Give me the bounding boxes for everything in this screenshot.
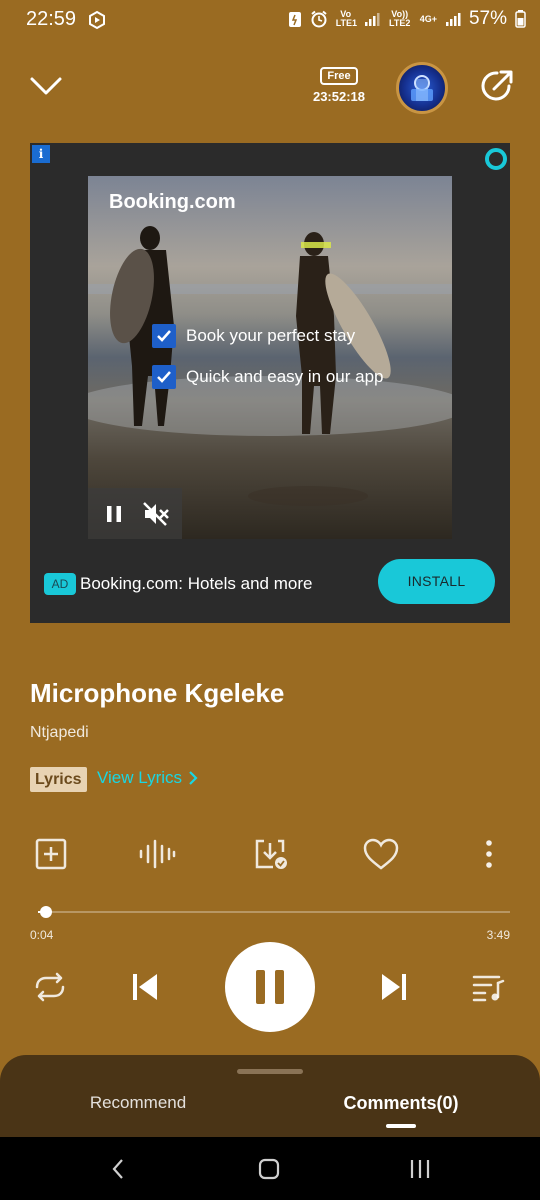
chevron-down-icon[interactable] (28, 68, 64, 104)
queue-music-icon (472, 975, 505, 1002)
tab-comments[interactable]: Comments(0) (276, 1093, 526, 1114)
bottom-panel: Recommend Comments(0) (0, 1055, 540, 1145)
view-lyrics-label: View Lyrics (97, 768, 183, 787)
ad-video-controls (88, 488, 182, 539)
battery-percent: 57% (468, 8, 507, 29)
lyrics-badge: Lyrics (30, 767, 87, 792)
add-to-playlist-button[interactable] (32, 835, 70, 873)
tab-recommend[interactable]: Recommend (0, 1093, 276, 1113)
song-artist[interactable]: Ntjapedi (30, 724, 89, 742)
ad-bullet-text: Quick and easy in our app (186, 367, 384, 386)
nav-back-button[interactable] (88, 1137, 148, 1200)
current-time: 0:04 (30, 928, 54, 942)
play-pause-button[interactable] (225, 942, 315, 1032)
signal2-icon (445, 13, 461, 26)
ad-title[interactable]: Booking.com: Hotels and more (80, 574, 312, 594)
install-button[interactable]: INSTALL (378, 559, 495, 604)
avatar[interactable] (396, 62, 448, 114)
add-square-icon (35, 838, 67, 870)
previous-button[interactable] (123, 965, 167, 1009)
nav-home-button[interactable] (239, 1137, 299, 1200)
chevron-right-icon (189, 771, 198, 785)
drag-handle[interactable] (237, 1069, 303, 1074)
pause-icon[interactable] (104, 504, 124, 524)
nav-recents-button[interactable] (390, 1137, 450, 1200)
progress-handle[interactable] (40, 906, 53, 918)
status-time: 22:59 (26, 8, 77, 30)
download-icon (255, 839, 287, 869)
tab-active-indicator (386, 1124, 416, 1128)
total-time: 3:49 (486, 928, 510, 942)
ad-bullet-text: Book your perfect stay (186, 326, 356, 345)
skip-next-icon (382, 974, 406, 1000)
app-notification-icon (89, 10, 105, 30)
song-title: Microphone Kgeleke (30, 678, 285, 708)
more-options-button[interactable] (470, 835, 508, 873)
next-button[interactable] (372, 965, 416, 1009)
repeat-icon (35, 972, 65, 1002)
checkmark-icon (152, 365, 176, 389)
signal1-icon (364, 13, 380, 26)
ad-bullet: Quick and easy in our app (152, 365, 384, 389)
ad-choices-icon[interactable] (485, 148, 507, 170)
ad-tag: AD (44, 573, 76, 595)
ad-info-icon[interactable]: i (32, 145, 50, 163)
ad-banner[interactable]: i Booking.com Book your perfect stay Qui… (30, 143, 510, 623)
like-button[interactable] (362, 835, 400, 873)
mute-icon[interactable] (142, 501, 170, 527)
free-timer: 23:52:18 (312, 89, 366, 104)
progress-track[interactable] (38, 911, 510, 913)
network-label: 4G+ (419, 13, 437, 24)
status-icons: Vo LTE1 Vo)) LTE2 4G+ 57% (288, 8, 526, 30)
download-button[interactable] (252, 835, 290, 873)
ad-image[interactable]: Booking.com Book your perfect stay Quick… (88, 176, 452, 539)
more-vertical-icon (486, 840, 492, 868)
status-bar: 22:59 Vo LTE1 Vo)) LTE2 4G+ 57% (0, 0, 540, 40)
avatar-image (411, 75, 433, 101)
free-label: Free (320, 67, 358, 85)
sound-effects-button[interactable] (138, 835, 176, 873)
view-lyrics-link[interactable]: View Lyrics (97, 768, 198, 788)
system-nav-bar (0, 1137, 540, 1200)
skip-previous-icon (133, 974, 157, 1000)
heart-icon (363, 838, 399, 870)
ad-bullet: Book your perfect stay (152, 324, 355, 348)
free-timer-badge[interactable]: Free 23:52:18 (308, 66, 370, 110)
checkmark-icon (152, 324, 176, 348)
recents-icon (410, 1159, 430, 1178)
sim2-label: Vo)) LTE2 (389, 9, 411, 28)
pause-icon (256, 970, 284, 1004)
waveform-icon (139, 839, 176, 869)
sim1-label: Vo LTE1 (335, 9, 358, 28)
home-icon (258, 1158, 280, 1179)
alarm-icon (311, 10, 327, 28)
back-icon (112, 1158, 123, 1179)
battery-saver-icon (288, 12, 301, 27)
surfers-image (88, 226, 452, 506)
battery-icon (515, 10, 526, 28)
repeat-button[interactable] (28, 965, 72, 1009)
playlist-button[interactable] (466, 965, 510, 1009)
share-icon[interactable] (479, 68, 515, 104)
